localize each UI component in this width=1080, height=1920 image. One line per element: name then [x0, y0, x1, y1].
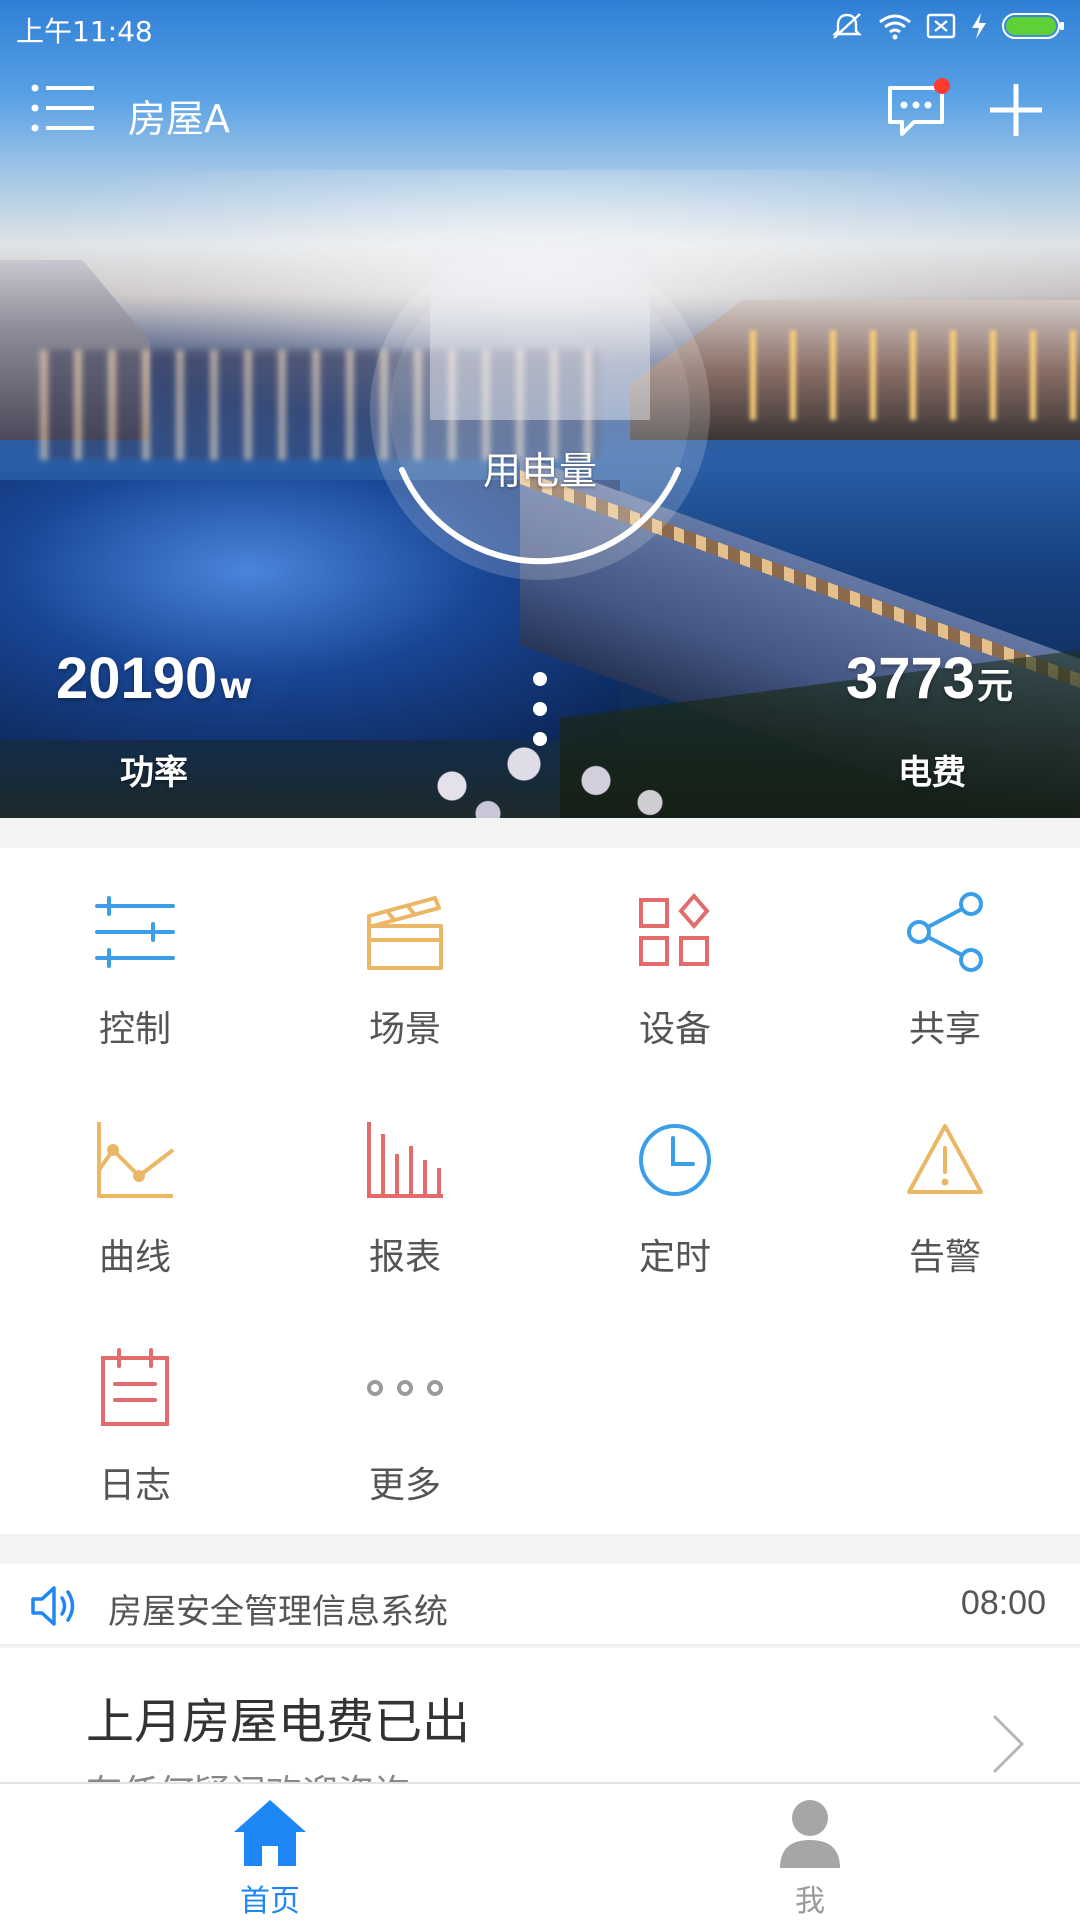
power-unit: w	[219, 666, 253, 707]
usage-gauge[interactable]	[350, 220, 730, 600]
tab-me[interactable]: 我	[540, 1784, 1080, 1920]
tab-me-label: 我	[795, 1884, 825, 1919]
timer-icon	[639, 1124, 711, 1196]
no-sim-icon	[926, 12, 956, 44]
add-icon	[990, 84, 1042, 136]
grid-item-log[interactable]: 日志	[0, 1304, 270, 1532]
report-icon	[367, 1122, 443, 1198]
grid-item-device[interactable]: 设备	[540, 848, 810, 1076]
announcement-bar[interactable]: 房屋安全管理信息系统 08:00	[0, 1564, 1080, 1646]
grid-item-label: 控制	[98, 1009, 171, 1050]
notification-dot	[934, 78, 950, 94]
function-grid: 控制 场景 设备 共享 曲线 报表 定时 告警 日志 更多	[0, 848, 1080, 1534]
dot	[533, 732, 547, 746]
bottom-tab-bar: 首页 我	[0, 1782, 1080, 1920]
grid-item-curve[interactable]: 曲线	[0, 1076, 270, 1304]
control-icon	[95, 896, 175, 968]
power-label: 功率	[120, 753, 188, 793]
user-icon	[780, 1800, 840, 1868]
news-subtitle: 有任何疑问欢迎咨询	[86, 1764, 410, 1782]
curve-icon	[97, 1122, 175, 1198]
top-navigation: 房屋A	[0, 56, 1080, 166]
more-options-button[interactable]	[526, 672, 554, 756]
grid-item-timer[interactable]: 定时	[540, 1076, 810, 1304]
scene-icon	[367, 896, 443, 970]
menu-icon	[31, 84, 94, 132]
grid-item-report[interactable]: 报表	[270, 1076, 540, 1304]
grid-item-alarm[interactable]: 告警	[810, 1076, 1080, 1304]
status-bar: 上午11:48	[0, 0, 1080, 56]
grid-item-label: 场景	[368, 1009, 441, 1050]
tab-home-label: 首页	[240, 1884, 300, 1919]
add-button[interactable]	[984, 78, 1048, 142]
hero-background-flowers	[380, 720, 740, 818]
grid-item-label: 报表	[368, 1237, 441, 1278]
battery-icon	[1002, 12, 1066, 44]
news-item[interactable]: 上月房屋电费已出 有任何疑问欢迎咨询	[0, 1648, 1080, 1782]
fee-label: 电费	[898, 753, 966, 793]
news-title: 上月房屋电费已出	[86, 1694, 471, 1750]
grid-item-control[interactable]: 控制	[0, 848, 270, 1076]
status-time: 上午11:48	[16, 15, 153, 48]
grid-item-share[interactable]: 共享	[810, 848, 1080, 1076]
mute-icon	[830, 11, 864, 45]
chevron-right-icon	[992, 1714, 1025, 1774]
menu-button[interactable]	[30, 78, 96, 138]
usage-gauge-label: 用电量	[482, 449, 597, 493]
more-icon	[367, 1380, 443, 1396]
home-icon	[234, 1800, 306, 1866]
alarm-icon	[907, 1124, 983, 1194]
grid-item-label: 更多	[368, 1465, 441, 1506]
tab-home[interactable]: 首页	[0, 1784, 540, 1920]
house-title[interactable]: 房屋A	[128, 88, 230, 143]
announcement-text: 房屋安全管理信息系统	[108, 1592, 448, 1632]
grid-item-label: 共享	[908, 1009, 981, 1050]
power-number: 20190	[56, 646, 218, 711]
fee-value[interactable]: 3773元	[846, 645, 1013, 712]
speaker-icon	[31, 1586, 75, 1626]
announcement-time: 08:00	[960, 1584, 1046, 1622]
grid-item-label: 曲线	[98, 1237, 171, 1278]
grid-item-more[interactable]: 更多	[270, 1304, 540, 1532]
fee-number: 3773	[846, 646, 976, 711]
grid-item-label: 设备	[638, 1009, 711, 1050]
grid-item-label: 定时	[638, 1237, 711, 1278]
wifi-icon	[878, 12, 912, 44]
log-icon	[101, 1348, 169, 1426]
share-icon	[907, 892, 983, 972]
fee-unit: 元	[977, 666, 1014, 707]
hero-background-city-lights	[750, 330, 1080, 420]
dot	[533, 702, 547, 716]
dot	[533, 672, 547, 686]
power-value[interactable]: 20190w	[56, 645, 253, 712]
device-icon	[639, 892, 710, 966]
grid-item-label: 日志	[98, 1465, 171, 1506]
charging-icon	[970, 12, 988, 44]
grid-item-label: 告警	[908, 1237, 981, 1278]
grid-item-scene[interactable]: 场景	[270, 848, 540, 1076]
message-button[interactable]	[884, 76, 952, 140]
message-icon	[888, 78, 950, 136]
status-icons	[830, 10, 1066, 46]
